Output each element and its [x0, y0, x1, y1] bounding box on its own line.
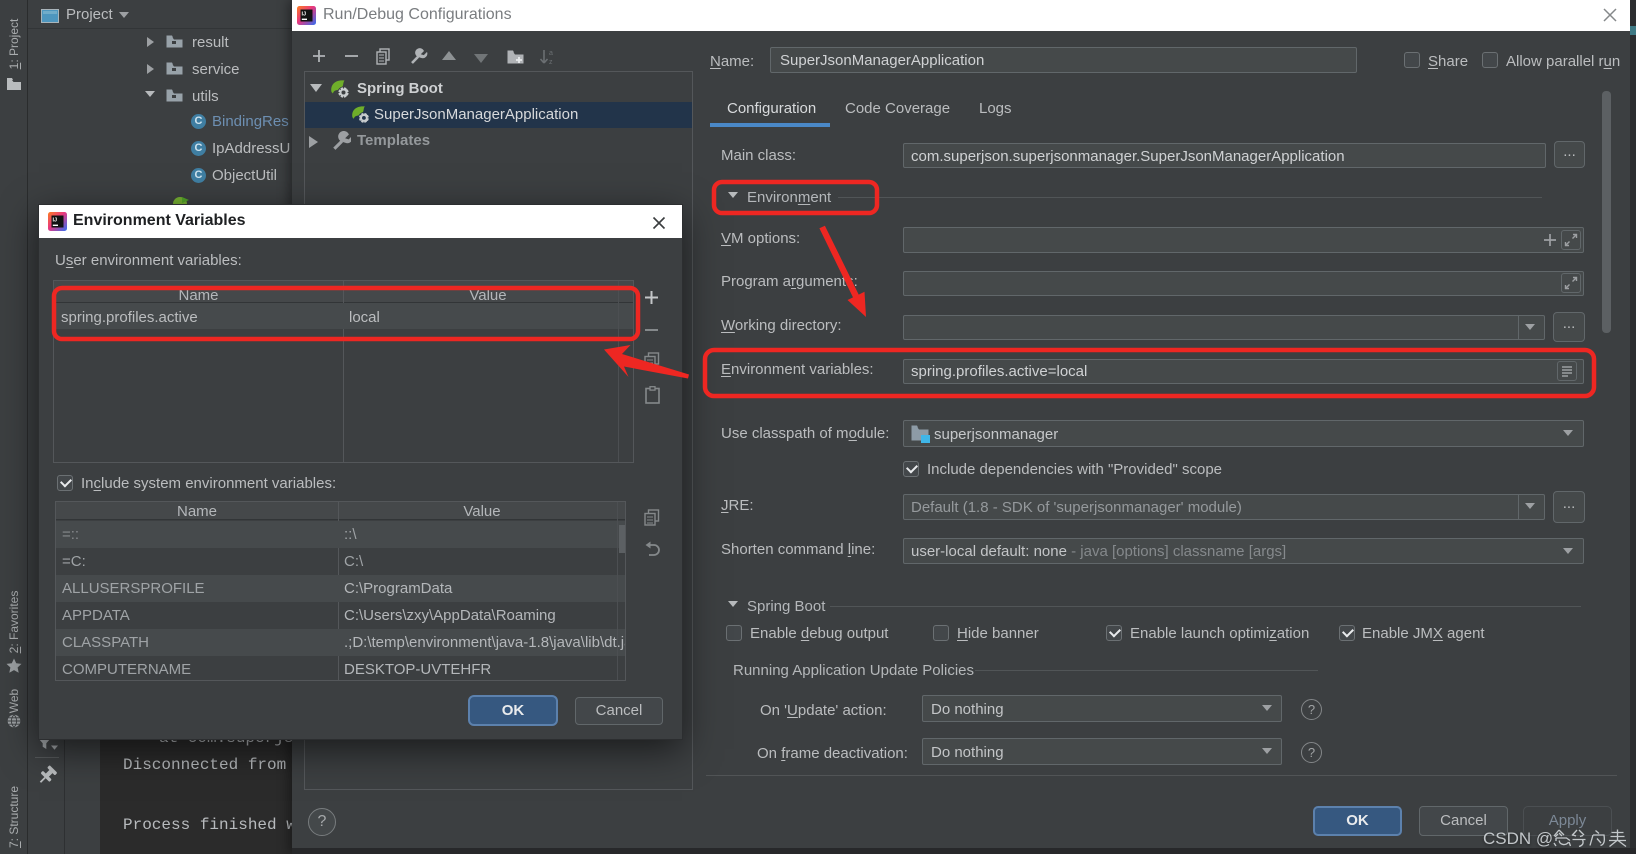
svg-text:IJ: IJ — [53, 218, 58, 224]
svg-text:z: z — [549, 59, 553, 66]
svg-text:IJ: IJ — [302, 12, 307, 18]
svg-text:a: a — [549, 50, 553, 57]
